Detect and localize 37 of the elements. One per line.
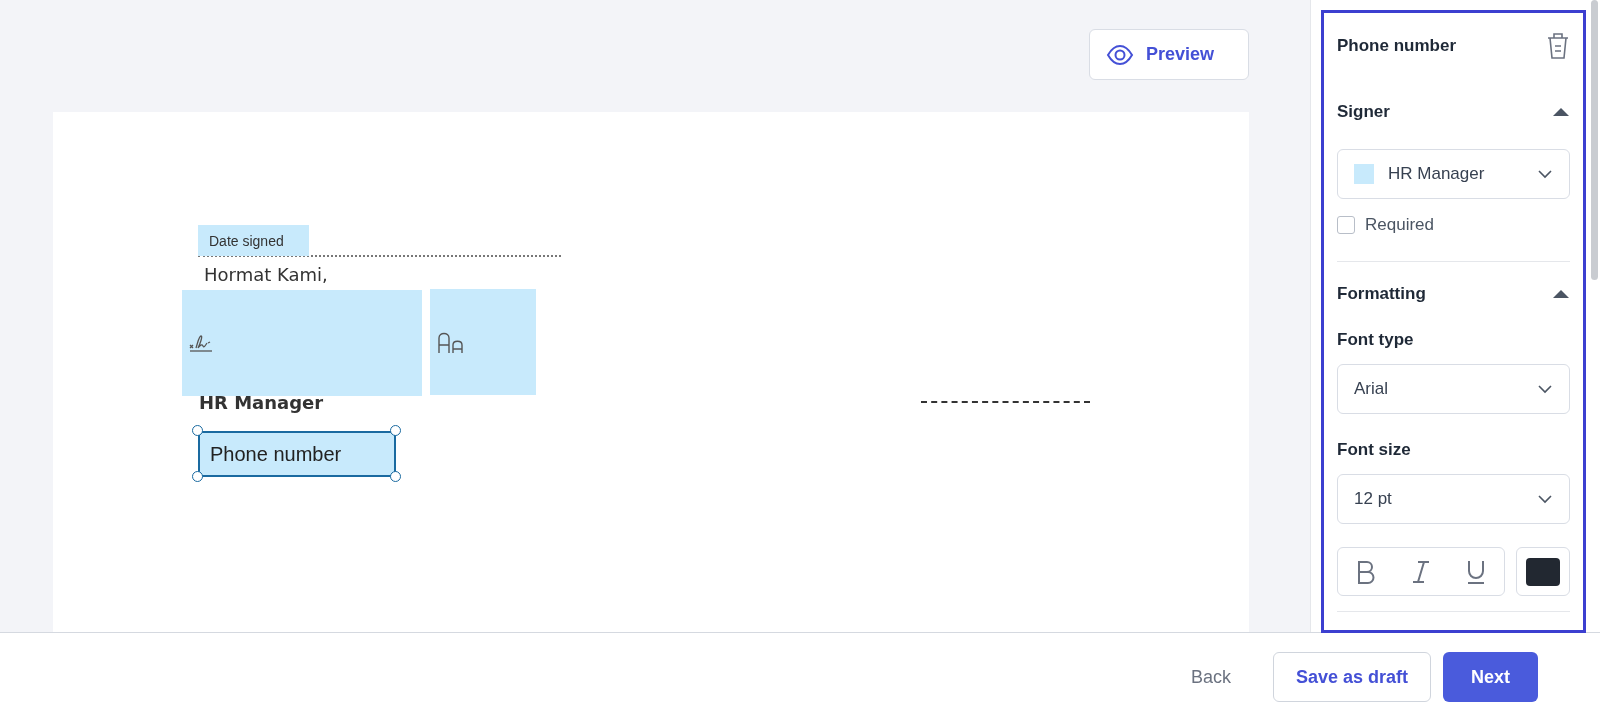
initials-field[interactable] xyxy=(430,289,536,395)
panel-title: Phone number xyxy=(1337,36,1456,56)
field-label: Font size xyxy=(1337,440,1412,460)
required-checkbox[interactable] xyxy=(1337,216,1355,234)
phone-number-field[interactable]: Phone number xyxy=(198,431,396,477)
resize-handle[interactable] xyxy=(390,471,401,482)
collapse-arrow-icon[interactable] xyxy=(1552,289,1570,299)
trash-icon[interactable] xyxy=(1546,32,1570,60)
back-button[interactable]: Back xyxy=(1168,652,1253,702)
font-type-dropdown[interactable]: Arial xyxy=(1337,364,1570,414)
text-color-button[interactable] xyxy=(1516,547,1570,596)
next-button[interactable]: Next xyxy=(1443,652,1538,702)
font-size-dropdown[interactable]: 12 pt xyxy=(1337,474,1570,524)
signer-dropdown[interactable]: HR Manager xyxy=(1337,149,1570,199)
bold-icon xyxy=(1355,559,1376,584)
field-label: Font type xyxy=(1337,330,1415,350)
underline-icon xyxy=(1466,559,1487,584)
section-heading: Signer xyxy=(1337,102,1390,122)
save-draft-button[interactable]: Save as draft xyxy=(1272,652,1431,702)
resize-handle[interactable] xyxy=(390,425,401,436)
date-signed-field[interactable]: Date signed xyxy=(198,225,309,256)
signature-field[interactable] xyxy=(182,290,422,396)
italic-icon xyxy=(1411,559,1431,584)
resize-handle[interactable] xyxy=(192,425,203,436)
font-icon xyxy=(437,330,465,354)
preview-button[interactable]: Preview xyxy=(1089,29,1249,80)
chevron-down-icon xyxy=(1537,169,1553,179)
chevron-down-icon xyxy=(1537,384,1553,394)
resize-handle[interactable] xyxy=(192,471,203,482)
chevron-down-icon xyxy=(1537,494,1553,504)
eye-icon xyxy=(1106,43,1134,66)
collapse-arrow-icon[interactable] xyxy=(1552,107,1570,117)
closing-text: Hormat Kami, xyxy=(204,264,328,285)
section-heading: Formatting xyxy=(1337,284,1426,304)
scrollbar[interactable] xyxy=(1591,0,1598,280)
required-label: Required xyxy=(1365,215,1434,235)
signer-name: HR Manager xyxy=(199,392,324,413)
